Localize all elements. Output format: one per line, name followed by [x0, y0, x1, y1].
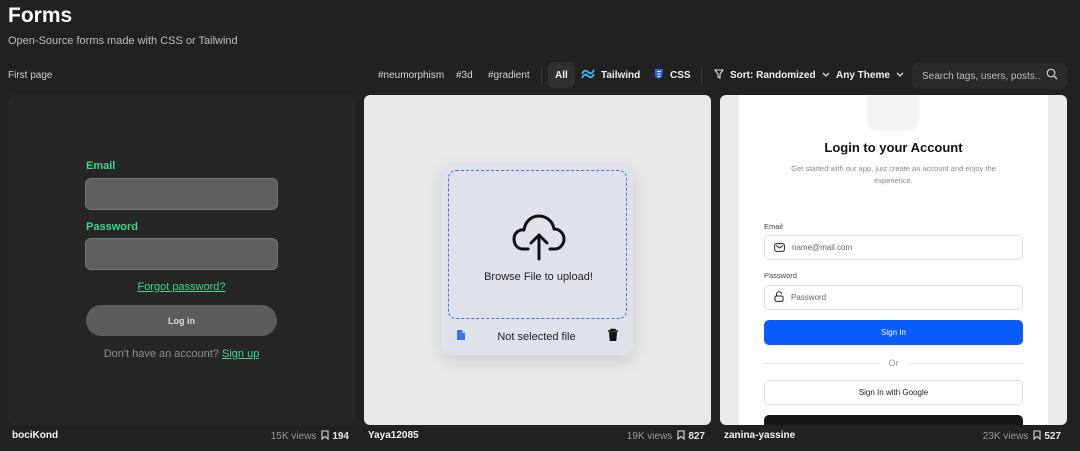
bookmark-icon	[321, 430, 329, 443]
login-sheet: Login to your Account Get started with o…	[739, 95, 1048, 425]
toolbar-divider	[541, 66, 542, 86]
save-count: 827	[688, 431, 705, 442]
card-meta: zanina-yassine 23K views 527	[720, 430, 1067, 444]
email-label: Email	[764, 222, 783, 231]
filter-all-label: All	[555, 69, 568, 81]
file-icon	[456, 328, 466, 346]
no-account-text: Don't have an account?	[103, 348, 219, 360]
bookmark-icon	[1033, 430, 1041, 443]
filter-tailwind-label: Tailwind	[601, 69, 641, 81]
bookmark-icon	[677, 430, 685, 443]
or-divider: Or	[764, 357, 1023, 369]
view-count: 19K views	[626, 431, 673, 442]
filter-tailwind-button[interactable]: Tailwind	[574, 62, 647, 88]
tag-neumorphism[interactable]: #neumorphism	[378, 70, 444, 81]
login-title: Login to your Account	[824, 140, 963, 155]
view-count: 15K views	[270, 431, 317, 442]
tailwind-icon	[581, 69, 595, 82]
password-label: Password	[86, 221, 138, 233]
mail-icon	[774, 239, 785, 257]
search-box	[912, 63, 1067, 89]
forgot-password-link[interactable]: Forgot password?	[8, 281, 355, 293]
save-count: 527	[1044, 431, 1061, 442]
page-subtitle: Open-Source forms made with CSS or Tailw…	[8, 35, 238, 47]
sign-in-label: Sign In	[881, 328, 906, 337]
email-label: Email	[86, 160, 116, 172]
form-card-login-light[interactable]: Login to your Account Get started with o…	[720, 95, 1067, 425]
card-meta: Yaya12085 19K views 827	[364, 430, 711, 444]
email-input[interactable]	[792, 243, 1012, 252]
password-field[interactable]	[85, 238, 278, 270]
theme-label: Any Theme	[836, 69, 890, 81]
upload-footer: Not selected file	[448, 324, 627, 350]
card-stats: 15K views 194	[271, 430, 349, 443]
author-name[interactable]: bociKond	[12, 430, 58, 441]
tag-3d[interactable]: #3d	[456, 70, 473, 81]
tag-gradient[interactable]: #gradient	[488, 70, 530, 81]
card-stats: 19K views 827	[627, 430, 705, 443]
sort-dropdown[interactable]: Sort: Randomized	[707, 62, 837, 88]
view-count: 23K views	[982, 431, 1029, 442]
chevron-down-icon	[896, 70, 904, 81]
signup-link[interactable]: Sign up	[222, 348, 259, 360]
toolbar-divider	[701, 66, 702, 86]
toolbar: First page #neumorphism #3d #gradient Al…	[0, 62, 1080, 90]
google-sign-in-button[interactable]: Sign In with Google	[764, 380, 1023, 405]
save-button[interactable]: 527	[1033, 430, 1061, 443]
form-card-login-dark[interactable]: Email Password Forgot password? Log in D…	[8, 95, 355, 425]
email-field[interactable]	[85, 178, 278, 210]
logo-placeholder	[868, 95, 918, 129]
signup-row: Don't have an account? Sign up	[8, 348, 355, 360]
login-subtitle: Get started with our app, just create an…	[791, 164, 996, 185]
sign-in-button[interactable]: Sign In	[764, 320, 1023, 345]
apple-sign-in-button[interactable]	[764, 415, 1023, 425]
password-label: Password	[764, 271, 797, 280]
filter-all-button[interactable]: All	[548, 62, 575, 88]
password-input[interactable]	[791, 293, 1011, 302]
save-count: 194	[332, 431, 349, 442]
upload-panel: Browse File to upload! Not selected file	[442, 164, 633, 355]
card-stats: 23K views 527	[983, 430, 1061, 443]
filter-icon	[713, 68, 725, 82]
or-text: Or	[888, 358, 899, 368]
file-status: Not selected file	[497, 331, 576, 343]
theme-dropdown[interactable]: Any Theme	[829, 62, 911, 88]
password-field[interactable]	[764, 285, 1023, 310]
card-meta: bociKond 15K views 194	[8, 430, 355, 444]
first-page-label: First page	[8, 70, 53, 81]
filter-css-label: CSS	[670, 69, 691, 81]
save-button[interactable]: 194	[321, 430, 349, 443]
search-input[interactable]	[922, 70, 1040, 82]
divider-line	[908, 362, 1023, 364]
author-name[interactable]: Yaya12085	[368, 430, 419, 441]
form-card-file-upload[interactable]: Browse File to upload! Not selected file	[364, 95, 711, 425]
cloud-upload-icon	[512, 213, 566, 266]
author-name[interactable]: zanina-yassine	[724, 430, 795, 441]
login-button[interactable]: Log in	[86, 305, 277, 336]
lock-icon	[774, 289, 784, 307]
email-field[interactable]	[764, 235, 1023, 260]
css-icon	[653, 68, 664, 83]
browse-text: Browse File to upload!	[484, 271, 593, 283]
filter-css-button[interactable]: CSS	[646, 62, 698, 88]
trash-icon[interactable]	[607, 328, 619, 347]
page-title: Forms	[8, 4, 73, 27]
upload-dropzone[interactable]: Browse File to upload!	[448, 170, 627, 319]
login-button-label: Log in	[168, 315, 195, 326]
google-sign-in-label: Sign In with Google	[858, 388, 929, 397]
divider-line	[764, 362, 879, 364]
save-button[interactable]: 827	[677, 430, 705, 443]
search-icon[interactable]	[1046, 67, 1058, 85]
sort-label: Sort: Randomized	[730, 69, 816, 81]
